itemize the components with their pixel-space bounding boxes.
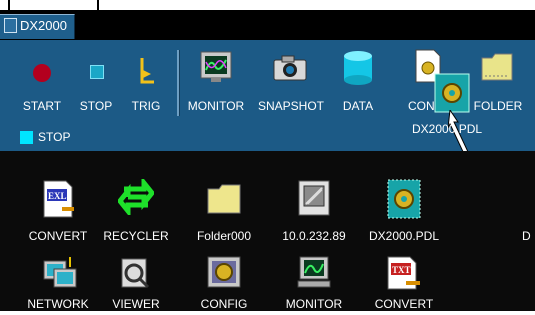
stop-icon [90, 65, 104, 79]
monitor-label: MONITOR [187, 99, 245, 113]
desktop-label: CONFIG [200, 297, 248, 311]
snapshot-button[interactable]: SNAPSHOT [258, 40, 325, 120]
status-text: STOP [38, 130, 71, 144]
desktop-area: EXL CONVERT RECYCLER Folder000 10.0.232.… [0, 151, 535, 311]
folder-button[interactable]: FOLDER [466, 40, 530, 120]
network-drive-icon [298, 180, 330, 216]
desktop-icon-folder000[interactable]: Folder000 [180, 173, 268, 245]
desktop-icon-monitor[interactable]: MONITOR [270, 255, 358, 315]
monitor-icon [200, 51, 232, 82]
snapshot-label: SNAPSHOT [258, 99, 325, 113]
data-label: DATA [342, 99, 374, 113]
trig-button[interactable]: TRIG [114, 40, 178, 120]
trig-label: TRIG [131, 99, 161, 113]
title-bar [0, 10, 535, 40]
desktop-label: CONVERT [28, 229, 88, 243]
desktop-label: Folder000 [196, 229, 252, 243]
network-icon [43, 257, 77, 288]
desktop-label: MONITOR [285, 297, 343, 311]
desktop-icon-dx2000-pdl[interactable]: DX2000.PDL [360, 173, 448, 245]
database-icon [344, 51, 372, 85]
desktop-icon-viewer[interactable]: VIEWER [92, 255, 180, 315]
desktop-icon-network-drive[interactable]: 10.0.232.89 [270, 173, 358, 245]
dragged-file-icon [434, 73, 470, 113]
trigger-icon [140, 58, 154, 84]
camera-icon [273, 55, 307, 81]
status-indicator [20, 131, 33, 144]
desktop-icon-network[interactable]: NETWORK [14, 255, 102, 315]
drag-tooltip: DX2000.PDL [412, 122, 483, 136]
desktop-label: D [522, 229, 531, 243]
pdl-file-icon [387, 179, 421, 219]
window-menu-icon[interactable] [4, 18, 17, 33]
desktop-label: DX2000.PDL [368, 229, 440, 243]
svg-text:TXT: TXT [392, 265, 411, 275]
desktop-icon-convert[interactable]: EXL CONVERT [14, 173, 102, 245]
window-title: DX2000 [20, 18, 67, 33]
desktop-icon-recycler[interactable]: RECYCLER [92, 173, 180, 245]
toolbar-separator [177, 50, 180, 116]
record-icon [33, 64, 51, 82]
desktop-label: 10.0.232.89 [282, 229, 346, 243]
desktop-icon-convert-txt[interactable]: TXT CONVERT [360, 255, 448, 315]
desktop-label: VIEWER [112, 297, 160, 311]
viewer-icon [121, 258, 150, 289]
svg-text:EXL: EXL [48, 191, 67, 201]
desktop-icon-config[interactable]: CONFIG [180, 255, 268, 315]
exl-convert-icon: EXL [43, 180, 74, 218]
data-button[interactable]: DATA [326, 40, 390, 120]
desktop-icon-partial[interactable]: D [500, 173, 535, 245]
monitor-button[interactable]: MONITOR [184, 40, 248, 120]
top-strip [0, 0, 535, 10]
desktop-label: RECYCLER [103, 229, 169, 243]
recycle-icon [118, 179, 154, 215]
txt-convert-icon: TXT [387, 256, 420, 290]
folder-icon [207, 184, 241, 214]
monitor-icon [297, 256, 331, 288]
config-icon [207, 256, 241, 288]
desktop-label: CONVERT [374, 297, 434, 311]
desktop-label: NETWORK [27, 297, 89, 311]
folder-icon [481, 53, 513, 81]
